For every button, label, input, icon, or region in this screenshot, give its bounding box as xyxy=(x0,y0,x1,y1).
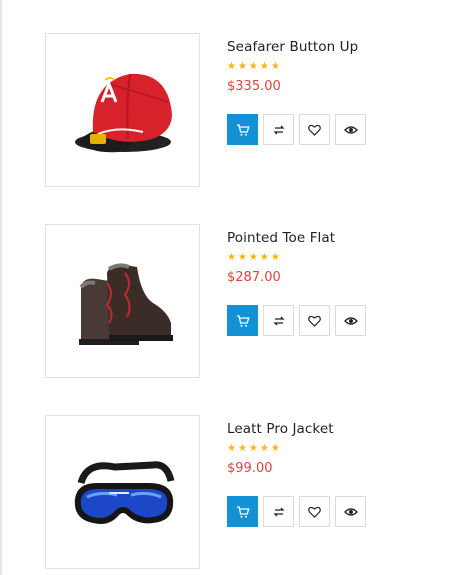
compare-button[interactable] xyxy=(263,114,294,145)
wishlist-button[interactable] xyxy=(299,496,330,527)
product-actions xyxy=(227,114,366,145)
cart-icon xyxy=(236,123,250,136)
quick-view-button[interactable] xyxy=(335,114,366,145)
page-left-rule xyxy=(0,0,2,575)
rating-stars: ★★★★★ xyxy=(227,443,282,454)
product-title[interactable]: Leatt Pro Jacket xyxy=(227,421,447,437)
product-card: Pointed Toe Flat ★★★★★ $287.00 xyxy=(45,224,445,382)
product-price: $335.00 xyxy=(227,79,281,94)
product-title[interactable]: Seafarer Button Up xyxy=(227,39,447,55)
add-to-cart-button[interactable] xyxy=(227,496,258,527)
heart-icon xyxy=(308,506,321,518)
goggles-image xyxy=(74,461,174,524)
red-cap-image xyxy=(74,73,172,153)
product-card: Seafarer Button Up ★★★★★ $335.00 xyxy=(45,33,445,191)
wishlist-button[interactable] xyxy=(299,305,330,336)
product-info: Pointed Toe Flat ★★★★★ $287.00 xyxy=(227,224,447,336)
product-price: $99.00 xyxy=(227,461,273,476)
cart-icon xyxy=(236,314,250,327)
rating-stars: ★★★★★ xyxy=(227,61,282,72)
product-actions xyxy=(227,305,366,336)
compare-icon xyxy=(272,125,285,134)
boots-image xyxy=(78,263,173,345)
product-info: Leatt Pro Jacket ★★★★★ $99.00 xyxy=(227,415,447,527)
product-image[interactable] xyxy=(45,33,200,187)
quick-view-button[interactable] xyxy=(335,305,366,336)
rating-stars: ★★★★★ xyxy=(227,252,282,263)
eye-icon xyxy=(343,125,358,134)
heart-icon xyxy=(308,124,321,136)
compare-button[interactable] xyxy=(263,496,294,527)
eye-icon xyxy=(343,507,358,516)
product-image[interactable] xyxy=(45,415,200,569)
product-image[interactable] xyxy=(45,224,200,378)
product-info: Seafarer Button Up ★★★★★ $335.00 xyxy=(227,33,447,145)
quick-view-button[interactable] xyxy=(335,496,366,527)
eye-icon xyxy=(343,316,358,325)
product-actions xyxy=(227,496,366,527)
add-to-cart-button[interactable] xyxy=(227,305,258,336)
compare-icon xyxy=(272,507,285,516)
product-price: $287.00 xyxy=(227,270,281,285)
heart-icon xyxy=(308,315,321,327)
wishlist-button[interactable] xyxy=(299,114,330,145)
compare-icon xyxy=(272,316,285,325)
product-card: Leatt Pro Jacket ★★★★★ $99.00 xyxy=(45,415,445,573)
compare-button[interactable] xyxy=(263,305,294,336)
add-to-cart-button[interactable] xyxy=(227,114,258,145)
cart-icon xyxy=(236,505,250,518)
product-title[interactable]: Pointed Toe Flat xyxy=(227,230,447,246)
